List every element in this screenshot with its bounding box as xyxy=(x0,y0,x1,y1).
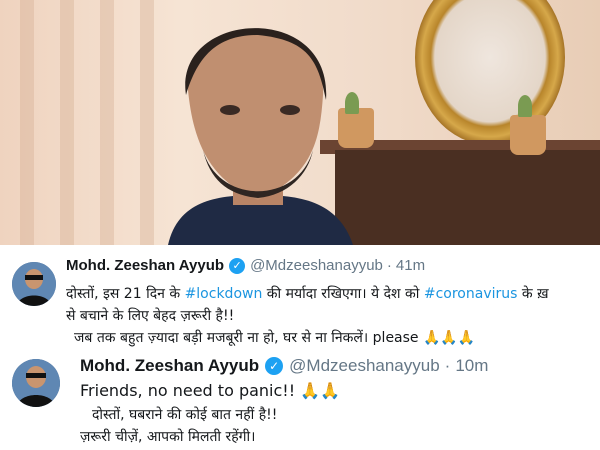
avatar[interactable] xyxy=(12,262,56,306)
folded-hands-icon: 🙏🙏 xyxy=(300,381,341,400)
plant-pot xyxy=(510,115,546,155)
tweet-text: के ख़ xyxy=(517,286,549,302)
curtain-fold xyxy=(20,0,34,245)
tweet-text: दोस्तों, इस 21 दिन के xyxy=(66,286,185,302)
display-name[interactable]: Mohd. Zeeshan Ayyub xyxy=(80,356,259,376)
avatar-image xyxy=(12,359,60,407)
verified-badge-icon: ✓ xyxy=(229,257,246,274)
tweet-2-line-1: Friends, no need to panic!! 🙏🙏 xyxy=(80,381,340,400)
shelf xyxy=(335,150,600,245)
tweet-1-line-2: से बचाने के लिए बेहद ज़रूरी है!! xyxy=(66,308,235,324)
tweet-1-line-1: दोस्तों, इस 21 दिन के #lockdown की मर्या… xyxy=(66,284,549,303)
tweet-text: जब तक बहुत ज़्यादा बड़ी मजबूरी ना हो, घर… xyxy=(74,330,419,346)
separator-dot: · xyxy=(444,356,451,375)
curtain-fold xyxy=(100,0,114,245)
tweet-text: Friends, no need to panic!! xyxy=(80,381,296,400)
tweet-2-line-2: दोस्तों, घबराने की कोई बात नहीं है!! xyxy=(92,407,278,423)
tweet-2-header: Mohd. Zeeshan Ayyub ✓ @Mdzeeshanayyub · … xyxy=(80,356,488,376)
user-handle[interactable]: @Mdzeeshanayyub xyxy=(289,356,440,376)
tweet-1-line-3: जब तक बहुत ज़्यादा बड़ी मजबूरी ना हो, घर… xyxy=(74,328,475,347)
plant-leaf xyxy=(518,95,532,117)
hashtag-link[interactable]: #coronavirus xyxy=(424,286,518,302)
tweet-text: की मर्यादा रखिएगा। ये देश को xyxy=(262,286,424,302)
display-name[interactable]: Mohd. Zeeshan Ayyub xyxy=(66,257,224,274)
user-handle[interactable]: @Mdzeeshanayyub xyxy=(250,257,383,274)
avatar-image xyxy=(12,262,56,306)
tweet-2-line-3: ज़रूरी चीज़ें, आपको मिलती रहेंगी। xyxy=(80,429,256,445)
avatar[interactable] xyxy=(12,359,60,407)
separator-dot: · xyxy=(386,257,392,274)
person-figure xyxy=(168,28,353,245)
hashtag-link[interactable]: #lockdown xyxy=(185,286,263,302)
curtain-fold xyxy=(60,0,74,245)
timestamp[interactable]: 10m xyxy=(455,356,488,376)
timestamp[interactable]: 41m xyxy=(396,257,425,274)
folded-hands-icon: 🙏🙏🙏 xyxy=(423,330,476,346)
tweet-1-header: Mohd. Zeeshan Ayyub ✓ @Mdzeeshanayyub · … xyxy=(66,257,425,274)
verified-badge-icon: ✓ xyxy=(265,357,284,375)
header-photo xyxy=(0,0,600,245)
